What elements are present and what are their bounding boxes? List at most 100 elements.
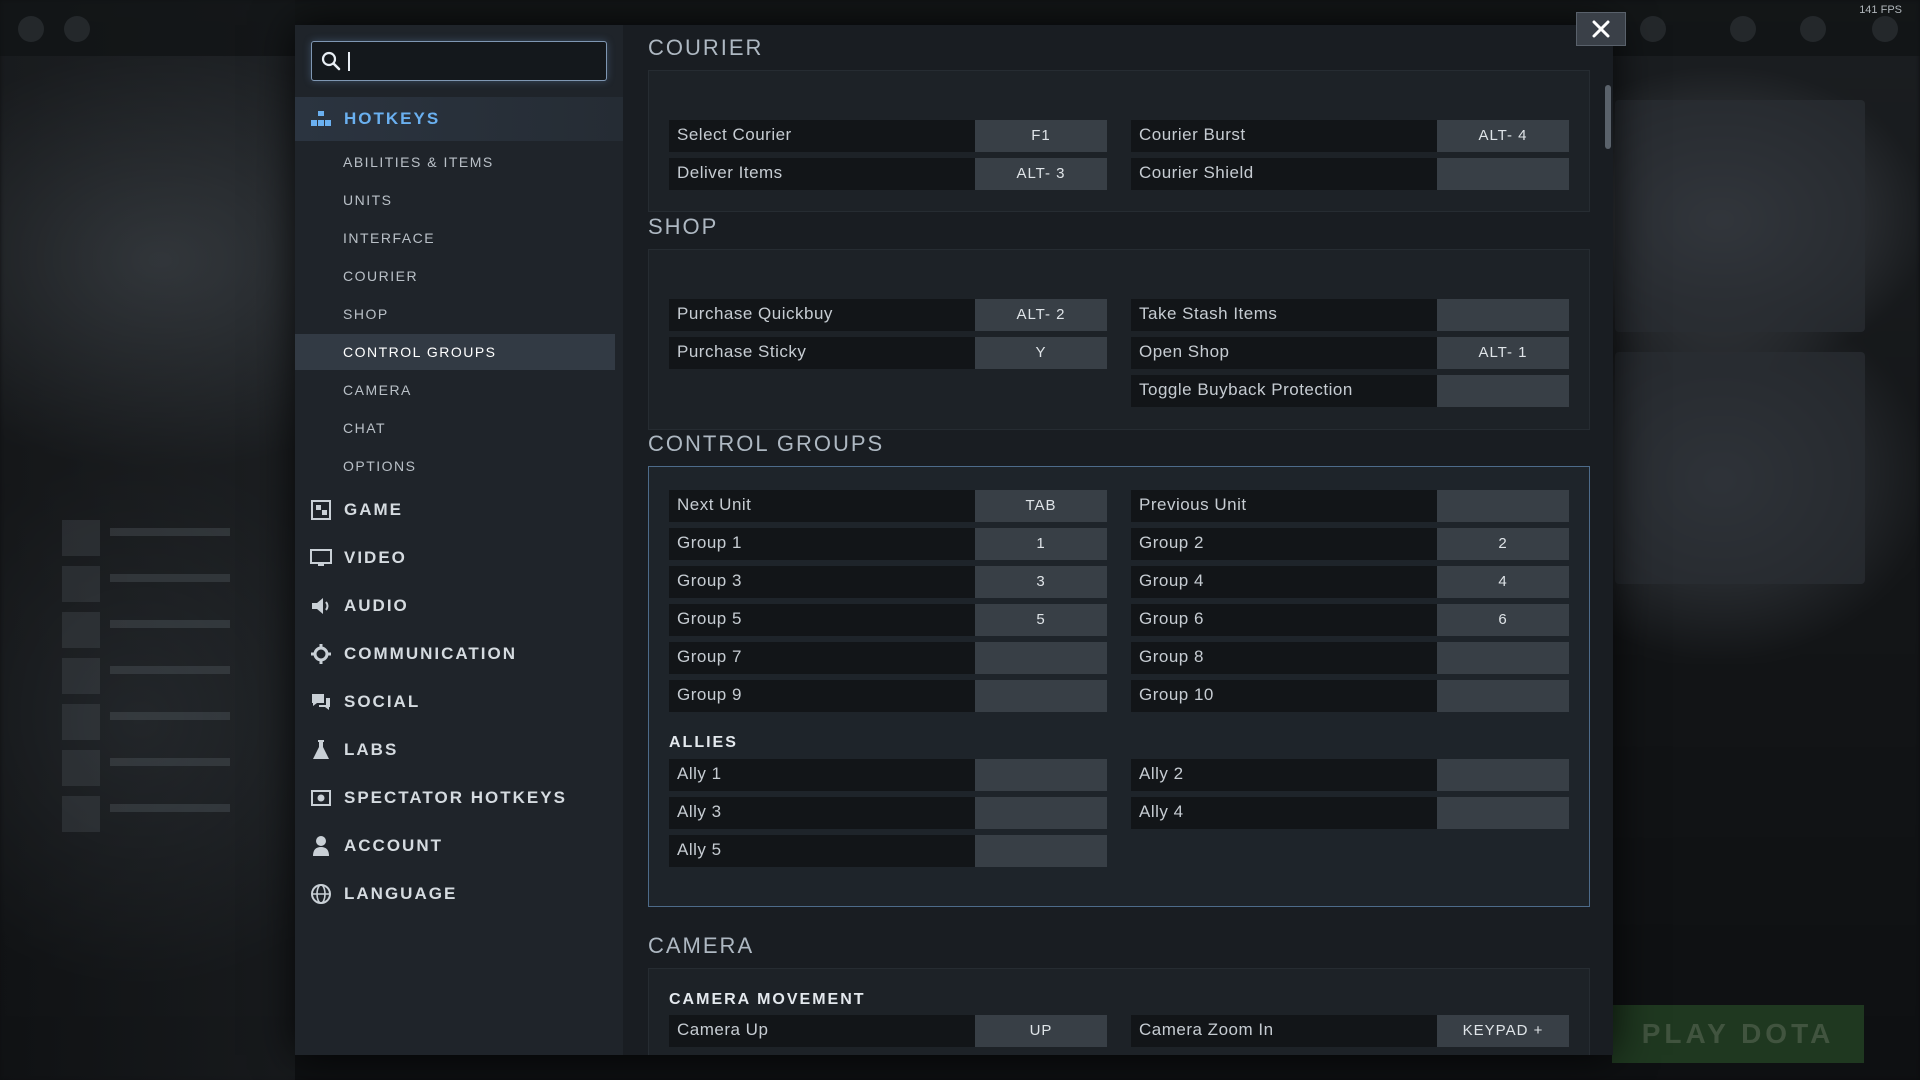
sidebar-item-label: VIDEO (344, 548, 407, 567)
sidebar-item-labs[interactable]: LABS (295, 728, 623, 772)
section-title-shop: SHOP (648, 214, 719, 239)
section-title-courier: COURIER (648, 35, 764, 60)
sidebar-subitem-label: SHOP (343, 306, 389, 322)
sidebar-subitem-label: ABILITIES & ITEMS (343, 154, 494, 170)
sidebar-subitem-units[interactable]: UNITS (295, 182, 615, 218)
hotkey-binding[interactable]: TAB (975, 490, 1107, 522)
background-play-button: PLAY DOTA (1612, 1005, 1864, 1063)
hotkey-binding[interactable]: 2 (1437, 528, 1569, 560)
hotkey-label: Group 7 (669, 642, 975, 674)
hotkey-binding[interactable] (1437, 680, 1569, 712)
hotkey-binding[interactable]: 6 (1437, 604, 1569, 636)
hotkey-binding[interactable]: Y (975, 337, 1107, 369)
hotkey-binding[interactable]: ALT- 2 (975, 299, 1107, 331)
hotkey-binding[interactable] (1437, 299, 1569, 331)
hotkey-binding[interactable] (1437, 642, 1569, 674)
hotkey-label: Ally 3 (669, 797, 975, 829)
hotkey-binding[interactable]: KEYPAD + (1437, 1015, 1569, 1047)
sidebar-item-label: ACCOUNT (344, 836, 443, 855)
hotkey-binding[interactable]: UP (975, 1015, 1107, 1047)
hotkey-label: Open Shop (1131, 337, 1437, 369)
control-groups-hotkeys-panel: Next Unit TAB Group 1 1 Group 3 3 Group … (648, 466, 1590, 907)
sidebar-item-language[interactable]: LANGUAGE (295, 872, 623, 916)
sidebar-item-social[interactable]: SOCIAL (295, 680, 623, 724)
content-scrollbar[interactable] (1605, 85, 1611, 149)
sidebar-subitem-label: CAMERA (343, 382, 412, 398)
sidebar-item-label: GAME (344, 500, 403, 519)
hotkey-binding[interactable]: ALT- 4 (1437, 120, 1569, 152)
sidebar-item-audio[interactable]: AUDIO (295, 584, 623, 628)
search-input[interactable] (346, 48, 596, 74)
sidebar-subitem-options[interactable]: OPTIONS (295, 448, 615, 484)
hotkey-label: Group 9 (669, 680, 975, 712)
sidebar-item-video[interactable]: VIDEO (295, 536, 623, 580)
sidebar-item-label: LANGUAGE (344, 884, 458, 903)
hotkey-label: Group 5 (669, 604, 975, 636)
flask-icon (309, 738, 333, 762)
sidebar-subitem-control-groups[interactable]: CONTROL GROUPS (295, 334, 615, 370)
background-gear-icon (64, 16, 90, 42)
sidebar-subitem-camera[interactable]: CAMERA (295, 372, 615, 408)
allies-subheading: ALLIES (669, 734, 738, 751)
hotkey-label: Camera Up (669, 1015, 975, 1047)
hotkey-label: Group 10 (1131, 680, 1437, 712)
hotkey-binding[interactable]: 1 (975, 528, 1107, 560)
hotkey-binding[interactable] (975, 642, 1107, 674)
search-icon (321, 51, 341, 71)
fps-counter: 141 FPS (1859, 4, 1902, 16)
hotkey-label: Group 4 (1131, 566, 1437, 598)
hotkey-binding[interactable]: F1 (975, 120, 1107, 152)
sidebar-subitem-label: INTERFACE (343, 230, 436, 246)
hotkey-label: Courier Burst (1131, 120, 1437, 152)
hotkey-binding[interactable] (1437, 797, 1569, 829)
hotkey-binding[interactable] (975, 797, 1107, 829)
sidebar-subitem-label: CHAT (343, 420, 387, 436)
search-box[interactable] (311, 41, 607, 81)
section-title-camera: CAMERA (648, 933, 755, 958)
sidebar-subitem-chat[interactable]: CHAT (295, 410, 615, 446)
sidebar-subitem-interface[interactable]: INTERFACE (295, 220, 615, 256)
sidebar-subitem-abilities-items[interactable]: ABILITIES & ITEMS (295, 144, 615, 180)
hotkey-label: Group 1 (669, 528, 975, 560)
hotkey-label: Purchase Sticky (669, 337, 975, 369)
sidebar-item-communication[interactable]: COMMUNICATION (295, 632, 623, 676)
close-button[interactable] (1576, 12, 1626, 46)
hotkey-label: Ally 4 (1131, 797, 1437, 829)
section-title-control-groups: CONTROL GROUPS (648, 431, 885, 456)
sidebar-item-game[interactable]: GAME (295, 488, 623, 532)
hotkey-binding[interactable]: 5 (975, 604, 1107, 636)
sidebar-subitem-courier[interactable]: COURIER (295, 258, 615, 294)
hotkey-binding[interactable] (1437, 490, 1569, 522)
hotkey-binding[interactable]: 3 (975, 566, 1107, 598)
hotkey-binding[interactable] (1437, 158, 1569, 190)
sidebar-subitem-shop[interactable]: SHOP (295, 296, 615, 332)
background-menu-icon (18, 16, 44, 42)
hotkey-binding[interactable] (975, 835, 1107, 867)
hotkey-binding[interactable]: ALT- 1 (1437, 337, 1569, 369)
globe-icon (309, 882, 333, 906)
hotkey-label: Purchase Quickbuy (669, 299, 975, 331)
settings-modal: HOTKEYS ABILITIES & ITEMS UNITS INTERFAC… (295, 12, 1626, 1055)
hotkey-binding[interactable] (975, 680, 1107, 712)
background-list-item (62, 612, 282, 648)
background-friends-icon (1800, 16, 1826, 42)
hotkey-label: Deliver Items (669, 158, 975, 190)
speaker-icon (309, 594, 333, 618)
background-list-item (62, 658, 282, 694)
sidebar-subitem-label: CONTROL GROUPS (343, 344, 497, 360)
close-icon (1592, 20, 1610, 38)
sidebar-item-account[interactable]: ACCOUNT (295, 824, 623, 868)
settings-content: COURIER Select Courier F1 Deliver Items … (623, 25, 1613, 1055)
sidebar-item-label: LABS (344, 740, 399, 759)
chat-bubbles-icon (309, 690, 333, 714)
hotkey-binding[interactable] (1437, 375, 1569, 407)
hotkey-label: Group 2 (1131, 528, 1437, 560)
sidebar-item-spectator-hotkeys[interactable]: SPECTATOR HOTKEYS (295, 776, 623, 820)
hotkey-binding[interactable] (975, 759, 1107, 791)
hotkey-binding[interactable]: 4 (1437, 566, 1569, 598)
background-list-item (62, 520, 282, 556)
background-list-item (62, 566, 282, 602)
hotkey-binding[interactable]: ALT- 3 (975, 158, 1107, 190)
sidebar-item-hotkeys[interactable]: HOTKEYS (295, 97, 623, 141)
hotkey-binding[interactable] (1437, 759, 1569, 791)
